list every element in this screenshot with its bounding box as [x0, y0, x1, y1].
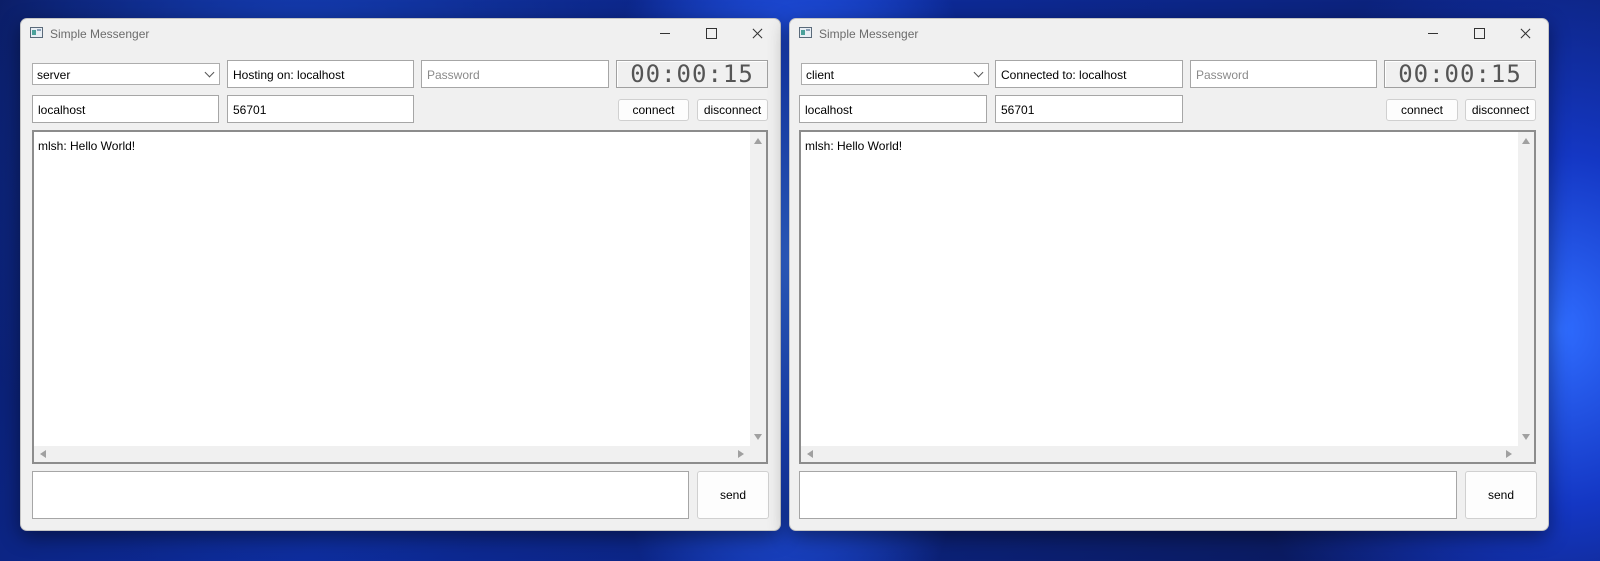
port-input[interactable]: 56701	[995, 95, 1183, 123]
app-icon	[30, 27, 43, 38]
chat-log[interactable]: mlsh: Hello World!	[799, 130, 1536, 464]
password-placeholder: Password	[427, 68, 480, 82]
vertical-scrollbar[interactable]	[750, 132, 766, 446]
scroll-right-icon[interactable]	[738, 450, 744, 458]
port-value: 56701	[1001, 103, 1035, 117]
mode-select-value: server	[37, 68, 71, 82]
title-bar[interactable]: Simple Messenger	[790, 19, 1548, 49]
horizontal-scrollbar[interactable]	[801, 446, 1518, 462]
scroll-left-icon[interactable]	[40, 450, 46, 458]
scroll-up-icon[interactable]	[754, 138, 762, 144]
disconnect-button[interactable]: disconnect	[697, 99, 768, 121]
password-input[interactable]: Password	[1190, 60, 1377, 88]
scroll-up-icon[interactable]	[1522, 138, 1530, 144]
window-title: Simple Messenger	[819, 27, 919, 41]
scroll-down-icon[interactable]	[1522, 434, 1530, 440]
scroll-right-icon[interactable]	[1506, 450, 1512, 458]
disconnect-button[interactable]: disconnect	[1465, 99, 1536, 121]
chevron-down-icon	[973, 67, 984, 78]
password-input[interactable]: Password	[421, 60, 609, 88]
messenger-window-server: Simple Messenger server Hosting on: loca…	[20, 18, 781, 531]
app-icon	[799, 27, 812, 38]
status-text: Hosting on: localhost	[233, 68, 345, 82]
chat-message: mlsh: Hello World!	[805, 139, 903, 153]
status-field: Connected to: localhost	[995, 60, 1183, 88]
host-input[interactable]: localhost	[799, 95, 987, 123]
message-input[interactable]	[799, 471, 1457, 519]
scroll-down-icon[interactable]	[754, 434, 762, 440]
connect-button[interactable]: connect	[1386, 99, 1458, 121]
host-input[interactable]: localhost	[32, 95, 219, 123]
mode-select[interactable]: server	[32, 63, 220, 85]
elapsed-timer-display: 00:00:15	[616, 60, 768, 88]
send-button[interactable]: send	[697, 471, 769, 519]
host-value: localhost	[38, 103, 86, 117]
title-bar[interactable]: Simple Messenger	[21, 19, 780, 49]
close-icon[interactable]	[1502, 19, 1548, 49]
mode-select-value: client	[806, 68, 835, 82]
elapsed-timer-display: 00:00:15	[1384, 60, 1536, 88]
connect-button[interactable]: connect	[618, 99, 689, 121]
scroll-left-icon[interactable]	[807, 450, 813, 458]
status-field: Hosting on: localhost	[227, 60, 414, 88]
minimize-icon[interactable]	[642, 19, 688, 49]
horizontal-scrollbar[interactable]	[34, 446, 750, 462]
maximize-icon[interactable]	[1456, 19, 1502, 49]
scrollbar-corner	[1518, 446, 1534, 462]
port-value: 56701	[233, 103, 267, 117]
send-button[interactable]: send	[1465, 471, 1537, 519]
maximize-icon[interactable]	[688, 19, 734, 49]
chevron-down-icon	[204, 67, 215, 78]
scrollbar-corner	[750, 446, 766, 462]
chat-log[interactable]: mlsh: Hello World!	[32, 130, 768, 464]
close-icon[interactable]	[734, 19, 780, 49]
mode-select[interactable]: client	[801, 63, 989, 85]
messenger-window-client: Simple Messenger client Connected to: lo…	[789, 18, 1549, 531]
password-placeholder: Password	[1196, 68, 1249, 82]
port-input[interactable]: 56701	[227, 95, 414, 123]
minimize-icon[interactable]	[1410, 19, 1456, 49]
chat-message: mlsh: Hello World!	[38, 139, 136, 153]
window-title: Simple Messenger	[50, 27, 150, 41]
status-text: Connected to: localhost	[1001, 68, 1127, 82]
host-value: localhost	[805, 103, 853, 117]
message-input[interactable]	[32, 471, 689, 519]
vertical-scrollbar[interactable]	[1518, 132, 1534, 446]
